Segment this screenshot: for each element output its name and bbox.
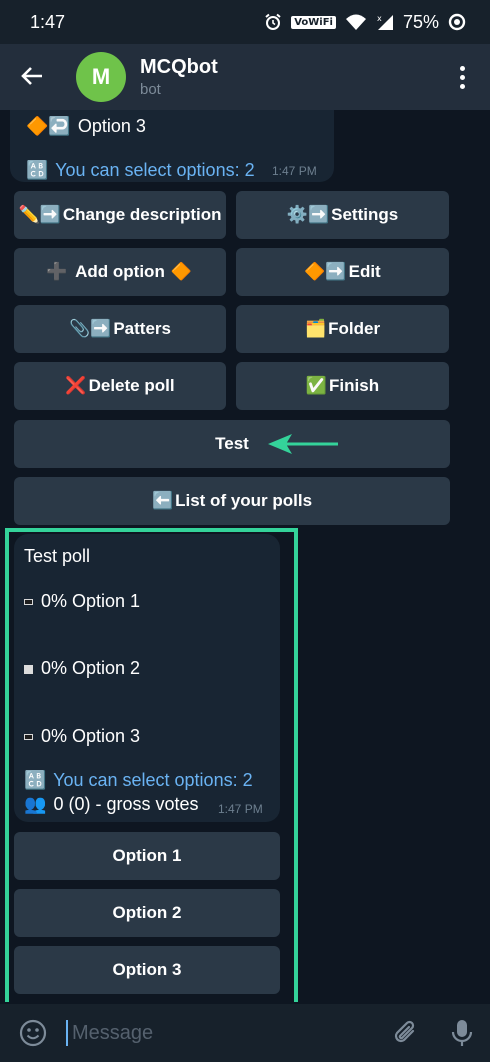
finish-button[interactable]: ✅ Finish xyxy=(236,362,449,410)
back-button[interactable] xyxy=(0,61,64,93)
check-icon: ✅ xyxy=(305,376,328,396)
settings-label: Settings xyxy=(331,205,399,224)
patters-button[interactable]: 📎➡️ Patters xyxy=(14,305,226,353)
status-time: 1:47 xyxy=(30,11,66,32)
dot-icon xyxy=(459,83,465,89)
previous-message-bubble: 🔶↩️ Option 3 🔠 You can select options: 2… xyxy=(10,110,334,182)
chat-info[interactable]: MCQbot bot xyxy=(140,56,434,98)
poll-votes-line: 👥 0 (0) - gross votes xyxy=(24,794,198,815)
poll-option-text: 0% Option 3 xyxy=(41,726,141,746)
smiley-icon xyxy=(19,1019,47,1047)
annotation-arrow-icon xyxy=(268,434,338,454)
poll-select-line: 🔠 You can select options: 2 xyxy=(24,770,253,791)
voice-button[interactable] xyxy=(434,1018,490,1048)
arrow-left-icon xyxy=(21,67,42,85)
wifi-icon xyxy=(345,14,366,30)
message-composer xyxy=(0,1004,490,1062)
plus-icon: ➕ xyxy=(45,262,68,282)
poll-button-label: Option 3 xyxy=(112,960,182,979)
emoji-button[interactable] xyxy=(0,1019,66,1047)
gear-arrow-icon: ⚙️➡️ xyxy=(286,205,330,225)
poll-button-label: Option 1 xyxy=(112,846,182,865)
change-description-button[interactable]: ✏️➡️ Change description xyxy=(14,191,226,239)
message-time: 1:47 PM xyxy=(272,164,317,178)
delete-poll-label: Delete poll xyxy=(88,376,175,395)
poll-option-text: 0% Option 1 xyxy=(41,591,141,611)
poll-title: Test poll xyxy=(24,546,91,566)
message-time: 1:47 PM xyxy=(218,802,263,816)
previous-option-line: 🔶↩️ Option 3 xyxy=(26,116,146,137)
text-cursor xyxy=(66,1020,68,1046)
edit-button[interactable]: 🔶➡️ Edit xyxy=(236,248,449,296)
poll-option-2-button[interactable]: Option 2 xyxy=(14,889,280,937)
test-label: Test xyxy=(215,434,249,453)
dot-icon xyxy=(459,74,465,80)
avatar-letter: M xyxy=(91,64,111,89)
poll-option-row: 0% Option 3 xyxy=(24,726,140,747)
cross-icon: ❌ xyxy=(65,376,87,396)
paperclip-icon xyxy=(394,1020,415,1043)
people-icon: 👥 xyxy=(24,794,47,815)
poll-option-text: 0% Option 2 xyxy=(41,658,141,678)
diamond-arrow-icon: 🔶➡️ xyxy=(304,262,347,282)
pencil-arrow-icon: ✏️➡️ xyxy=(18,205,61,225)
previous-select-text: You can select options: 2 xyxy=(55,160,255,180)
folder-label: Folder xyxy=(328,319,381,338)
abcd-icon: 🔠 xyxy=(24,770,47,791)
svg-text:x: x xyxy=(377,14,382,23)
empty-bar-icon xyxy=(24,599,33,606)
chat-area[interactable]: 🔶↩️ Option 3 🔠 You can select options: 2… xyxy=(0,110,490,1002)
status-icons: VoWiFi x 75% xyxy=(264,12,466,33)
diamond-icon: 🔶 xyxy=(170,262,193,282)
edit-label: Edit xyxy=(348,262,381,281)
change-description-label: Change description xyxy=(62,205,222,224)
battery-percent: 75% xyxy=(402,11,439,32)
avatar[interactable]: M xyxy=(76,52,126,102)
attach-button[interactable] xyxy=(378,1019,434,1047)
chat-header: M MCQbot bot xyxy=(0,44,490,110)
alarm-icon xyxy=(265,13,281,30)
microphone-icon xyxy=(451,1020,473,1046)
white-square-icon xyxy=(24,664,33,674)
message-input[interactable] xyxy=(70,1020,378,1046)
vowifi-badge: VoWiFi xyxy=(291,15,336,29)
poll-message-bubble: Test poll 0% Option 1 0% Option 2 0% Opt… xyxy=(14,534,280,822)
finish-label: Finish xyxy=(329,376,380,395)
list-of-polls-button[interactable]: ⬅️ List of your polls xyxy=(14,477,450,525)
add-option-button[interactable]: ➕ Add option 🔶 xyxy=(14,248,226,296)
poll-option-1-button[interactable]: Option 1 xyxy=(14,832,280,880)
poll-button-label: Option 2 xyxy=(112,903,182,922)
test-button[interactable]: Test xyxy=(14,420,450,468)
option-icons: 🔶↩️ xyxy=(26,116,71,137)
dot-icon xyxy=(459,65,465,71)
settings-button[interactable]: ⚙️➡️ Settings xyxy=(236,191,449,239)
poll-votes-text: 0 (0) - gross votes xyxy=(53,794,199,814)
poll-select-text: You can select options: 2 xyxy=(53,770,253,790)
status-bar: 1:47 VoWiFi x 75% xyxy=(0,0,490,44)
folder-button[interactable]: 🗂️ Folder xyxy=(236,305,449,353)
paperclip-arrow-icon: 📎➡️ xyxy=(69,319,112,339)
empty-bar-icon xyxy=(24,734,33,741)
chat-title: MCQbot xyxy=(140,56,218,78)
poll-option-row: 0% Option 2 xyxy=(24,658,140,679)
poll-option-3-button[interactable]: Option 3 xyxy=(14,946,280,994)
poll-option-row: 0% Option 1 xyxy=(24,591,140,612)
chat-subtitle: bot xyxy=(140,81,161,98)
patters-label: Patters xyxy=(113,319,171,338)
folder-icon: 🗂️ xyxy=(304,319,327,339)
delete-poll-button[interactable]: ❌ Delete poll xyxy=(14,362,226,410)
previous-select-line: 🔠 You can select options: 2 xyxy=(26,160,255,181)
more-options-button[interactable] xyxy=(434,65,490,89)
battery-saver-icon xyxy=(448,13,466,31)
abcd-icon: 🔠 xyxy=(26,160,49,181)
left-arrow-icon: ⬅️ xyxy=(151,491,174,511)
list-of-polls-label: List of your polls xyxy=(175,491,313,510)
signal-icon: x xyxy=(377,14,393,30)
previous-option-text: Option 3 xyxy=(77,116,146,136)
add-option-label: Add option xyxy=(75,262,165,281)
